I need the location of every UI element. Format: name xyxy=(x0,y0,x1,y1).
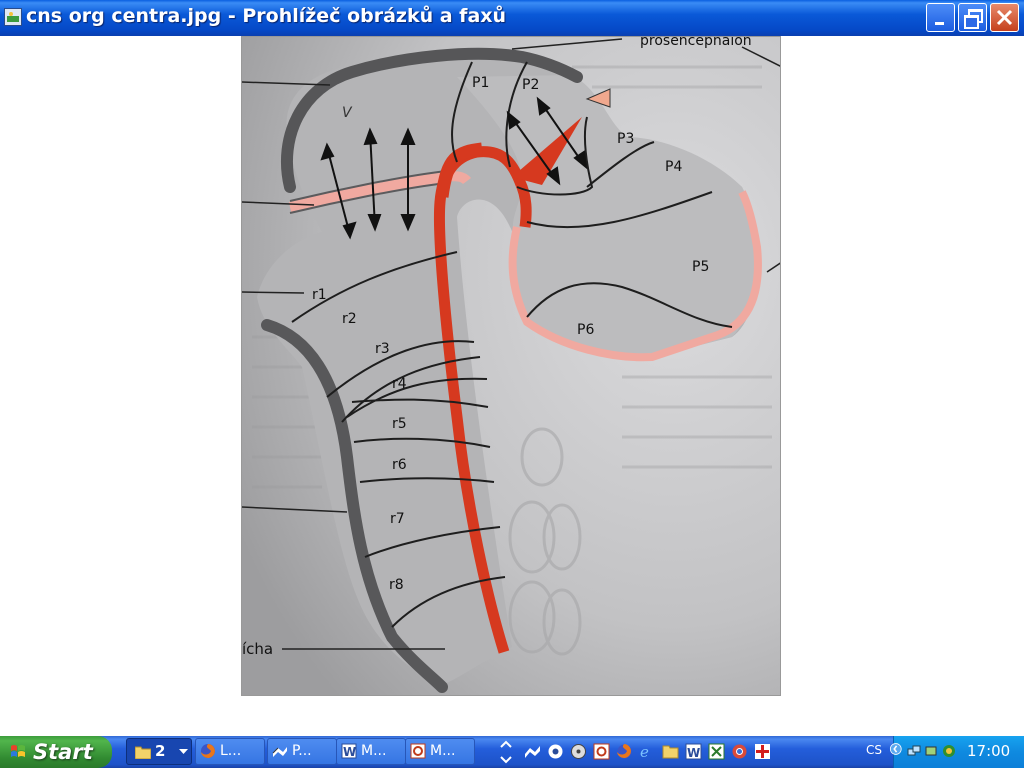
security-icon[interactable] xyxy=(942,744,956,758)
label-prosencephalon: prosencephalon xyxy=(640,37,752,49)
task-label: M... xyxy=(361,743,387,759)
task-label: P... xyxy=(292,743,312,759)
scroll-arrows-icon xyxy=(500,740,512,764)
embryo-brain-diagram: prosencephalon V P1 P2 P3 P4 P5 P6 r1 r2… xyxy=(242,37,780,695)
task-label: M... xyxy=(430,743,456,759)
media-player-icon[interactable] xyxy=(547,743,564,760)
safely-remove-icon[interactable] xyxy=(924,744,938,758)
image-viewer-icon[interactable] xyxy=(4,8,22,26)
firefox-quicklaunch-icon[interactable] xyxy=(616,743,633,760)
label-r6: r6 xyxy=(392,457,407,473)
label-p6: P6 xyxy=(577,322,594,338)
windows-logo-icon xyxy=(11,745,25,757)
image-viewer-icon xyxy=(272,747,287,757)
start-button[interactable]: Start xyxy=(0,736,112,768)
label-p5: P5 xyxy=(692,259,709,275)
label-r3: r3 xyxy=(375,341,390,357)
title-bar[interactable]: cns org centra.jpg - Prohlížeč obrázků a… xyxy=(0,0,1024,36)
clock[interactable]: 17:00 xyxy=(967,742,1010,760)
antivirus-icon[interactable] xyxy=(754,743,771,760)
restore-button[interactable] xyxy=(958,3,987,32)
label-r7: r7 xyxy=(390,511,405,527)
firefox-icon xyxy=(201,744,215,758)
task-label: L... xyxy=(220,743,242,759)
label-v: V xyxy=(342,105,353,121)
chevron-down-icon xyxy=(179,749,188,754)
label-r5: r5 xyxy=(392,416,407,432)
office-quicklaunch-icon[interactable] xyxy=(593,743,610,760)
close-button[interactable] xyxy=(990,3,1019,32)
image-viewer-area: prosencephalon V P1 P2 P3 P4 P5 P6 r1 r2… xyxy=(0,36,1024,760)
window-title: cns org centra.jpg - Prohlížeč obrázků a… xyxy=(26,5,507,27)
svg-text:W: W xyxy=(687,746,700,760)
taskbar-group-button[interactable]: 2 xyxy=(126,738,192,765)
close-icon xyxy=(996,9,1013,26)
chevron-left-icon[interactable] xyxy=(888,742,902,756)
taskbar-scroll[interactable] xyxy=(498,737,514,767)
start-label: Start xyxy=(33,740,93,764)
label-r4: r4 xyxy=(392,376,407,392)
taskbar-item-office[interactable]: M... xyxy=(405,738,475,765)
svg-text:W: W xyxy=(343,745,356,759)
folder-icon xyxy=(135,746,151,759)
label-r2: r2 xyxy=(342,311,357,327)
taskbar-item-word[interactable]: W M... xyxy=(336,738,406,765)
taskbar-item-firefox[interactable]: L... xyxy=(195,738,265,765)
network-icon[interactable] xyxy=(907,744,921,758)
disc-icon[interactable] xyxy=(570,743,587,760)
image-viewer-quicklaunch-icon[interactable] xyxy=(524,743,541,760)
label-cha: ícha xyxy=(242,640,273,658)
label-p2: P2 xyxy=(522,77,539,93)
label-r8: r8 xyxy=(389,577,404,593)
minimize-button[interactable] xyxy=(926,3,955,32)
folder-quicklaunch-icon[interactable] xyxy=(662,743,679,760)
taskbar-item-image-viewer[interactable]: P... xyxy=(267,738,337,765)
label-p4: P4 xyxy=(665,159,682,175)
taskbar: Start 2 L... P... W M... M... e W CS 17:… xyxy=(0,736,1024,768)
excel-icon[interactable] xyxy=(708,743,725,760)
label-p1: P1 xyxy=(472,75,489,91)
word-quicklaunch-icon[interactable]: W xyxy=(685,743,702,760)
office-icon xyxy=(410,743,426,759)
chrome-icon[interactable] xyxy=(731,743,748,760)
svg-text:e: e xyxy=(640,743,649,760)
group-count: 2 xyxy=(155,742,166,760)
label-p3: P3 xyxy=(617,131,634,147)
displayed-image: prosencephalon V P1 P2 P3 P4 P5 P6 r1 r2… xyxy=(241,36,781,696)
system-tray: 17:00 xyxy=(889,736,1024,768)
language-indicator[interactable]: CS xyxy=(866,743,882,757)
label-r1: r1 xyxy=(312,287,327,303)
internet-explorer-icon[interactable]: e xyxy=(639,743,656,760)
word-icon: W xyxy=(341,743,357,759)
